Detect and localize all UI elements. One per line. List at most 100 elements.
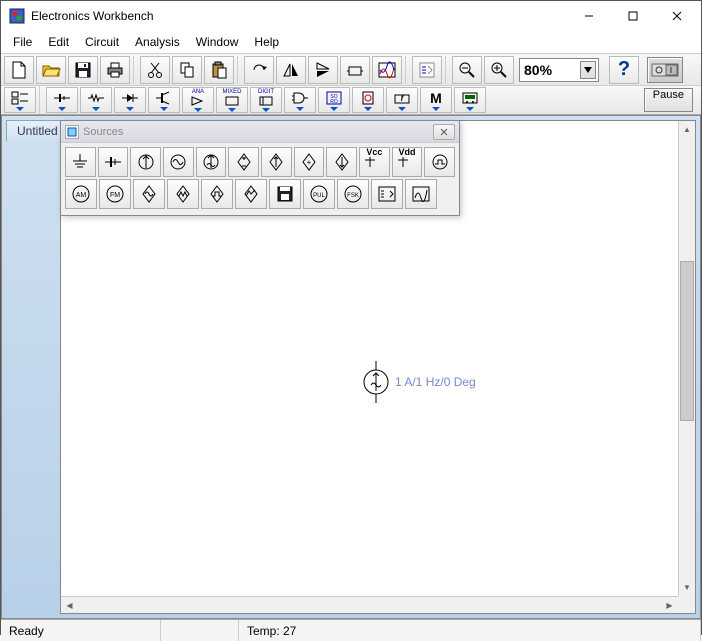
digital-ics-button[interactable]: DIGIT xyxy=(250,87,282,113)
sources-panel[interactable]: Sources + Vcc Vdd AM FM xyxy=(60,120,460,216)
open-button[interactable] xyxy=(36,56,66,84)
ac-current-source-icon xyxy=(361,361,391,403)
diodes-button[interactable] xyxy=(114,87,146,113)
zoom-out-button[interactable] xyxy=(452,56,482,84)
zoom-value: 80% xyxy=(524,62,552,78)
ground-button[interactable] xyxy=(65,147,96,177)
vc-sine-button[interactable] xyxy=(133,179,165,209)
scroll-thumb-v[interactable] xyxy=(680,261,694,421)
vcvs-button[interactable] xyxy=(228,147,259,177)
help-button[interactable]: ? xyxy=(609,56,639,84)
zoom-in-button[interactable] xyxy=(484,56,514,84)
scroll-up-icon[interactable]: ▲ xyxy=(679,121,695,138)
instruments-button[interactable] xyxy=(454,87,486,113)
vc-square-button[interactable] xyxy=(201,179,233,209)
indicators-button[interactable] xyxy=(352,87,384,113)
svg-text:FSK: FSK xyxy=(347,193,359,199)
menu-bar: File Edit Circuit Analysis Window Help xyxy=(1,31,701,53)
zoom-combo[interactable]: 80% xyxy=(519,58,599,82)
close-button[interactable] xyxy=(655,2,699,30)
transistors-button[interactable] xyxy=(148,87,180,113)
sources-button[interactable] xyxy=(46,87,78,113)
battery-button[interactable] xyxy=(98,147,129,177)
menu-help[interactable]: Help xyxy=(246,33,287,51)
nonlinear-source-button[interactable] xyxy=(405,179,437,209)
properties-button[interactable] xyxy=(412,56,442,84)
svg-text:RO: RO xyxy=(330,99,338,105)
scroll-right-icon[interactable]: ▶ xyxy=(661,597,678,613)
title-bar: Electronics Workbench xyxy=(1,1,701,31)
status-temp: Temp: 27 xyxy=(239,620,701,641)
vccs-button[interactable] xyxy=(261,147,292,177)
scroll-down-icon[interactable]: ▼ xyxy=(679,579,695,596)
menu-circuit[interactable]: Circuit xyxy=(77,33,127,51)
cccs-button[interactable] xyxy=(326,147,357,177)
window-title: Electronics Workbench xyxy=(31,9,567,23)
sources-close-button[interactable] xyxy=(433,124,455,140)
dc-current-source-button[interactable] xyxy=(130,147,161,177)
vertical-scrollbar[interactable]: ▲ ▼ xyxy=(678,121,695,596)
rotate-button[interactable] xyxy=(244,56,274,84)
basic-button[interactable] xyxy=(80,87,112,113)
graph-button[interactable] xyxy=(372,56,402,84)
horizontal-scrollbar[interactable]: ◀ ▶ xyxy=(61,596,678,613)
save-button[interactable] xyxy=(68,56,98,84)
status-ready: Ready xyxy=(1,620,161,641)
controls-button[interactable]: f xyxy=(386,87,418,113)
power-switch[interactable] xyxy=(647,57,683,83)
status-bar: Ready Temp: 27 xyxy=(1,619,701,641)
svg-text:PUL: PUL xyxy=(313,193,325,199)
favorites-button[interactable] xyxy=(4,87,36,113)
vc-piecewise-button[interactable] xyxy=(235,179,267,209)
status-blank xyxy=(161,620,239,641)
scroll-left-icon[interactable]: ◀ xyxy=(61,597,78,613)
print-button[interactable] xyxy=(100,56,130,84)
misc-button[interactable]: M xyxy=(420,87,452,113)
digital-button[interactable]: SORO xyxy=(318,87,350,113)
vdd-button[interactable]: Vdd xyxy=(392,147,423,177)
sources-title-text: Sources xyxy=(83,126,123,138)
sources-panel-icon xyxy=(65,125,79,139)
flip-h-button[interactable] xyxy=(276,56,306,84)
pulse-source-button[interactable]: PUL xyxy=(303,179,335,209)
subcircuit-button[interactable] xyxy=(340,56,370,84)
sources-body: + Vcc Vdd AM FM PUL FSK xyxy=(61,143,459,215)
ac-voltage-source-button[interactable] xyxy=(163,147,194,177)
ac-current-source-button[interactable] xyxy=(196,147,227,177)
sources-titlebar[interactable]: Sources xyxy=(61,121,459,143)
am-source-button[interactable]: AM xyxy=(65,179,97,209)
pause-button[interactable]: Pause xyxy=(644,88,693,112)
copy-button[interactable] xyxy=(172,56,202,84)
menu-window[interactable]: Window xyxy=(188,33,247,51)
minimize-button[interactable] xyxy=(567,2,611,30)
menu-edit[interactable]: Edit xyxy=(40,33,77,51)
analog-ics-button[interactable]: ANA xyxy=(182,87,214,113)
workspace: Untitled 1 A/1 Hz/0 Deg ▲ ▼ ◀ ▶ xyxy=(1,115,701,619)
menu-file[interactable]: File xyxy=(5,33,40,51)
cut-button[interactable] xyxy=(140,56,170,84)
svg-text:AM: AM xyxy=(76,192,87,199)
flip-v-button[interactable] xyxy=(308,56,338,84)
menu-analysis[interactable]: Analysis xyxy=(127,33,188,51)
svg-text:+: + xyxy=(307,158,312,167)
ccvs-button[interactable]: + xyxy=(294,147,325,177)
vcc-button[interactable]: Vcc xyxy=(359,147,390,177)
piecewise-file-button[interactable] xyxy=(269,179,301,209)
app-icon xyxy=(9,8,25,24)
fsk-source-button[interactable]: FSK xyxy=(337,179,369,209)
logic-gates-button[interactable] xyxy=(284,87,316,113)
mixed-ics-button[interactable]: MIXED xyxy=(216,87,248,113)
poly-source-button[interactable] xyxy=(371,179,403,209)
clock-button[interactable] xyxy=(424,147,455,177)
scroll-corner xyxy=(678,596,695,613)
component-toolbar: ANA MIXED DIGIT SORO f M Pause xyxy=(1,85,701,115)
ac-current-source-component[interactable]: 1 A/1 Hz/0 Deg xyxy=(361,361,476,403)
svg-text:FM: FM xyxy=(110,192,120,199)
vc-triangle-button[interactable] xyxy=(167,179,199,209)
maximize-button[interactable] xyxy=(611,2,655,30)
paste-button[interactable] xyxy=(204,56,234,84)
main-toolbar: 80% ? xyxy=(1,53,701,85)
new-button[interactable] xyxy=(4,56,34,84)
fm-source-button[interactable]: FM xyxy=(99,179,131,209)
zoom-dropdown-icon[interactable] xyxy=(580,61,596,79)
